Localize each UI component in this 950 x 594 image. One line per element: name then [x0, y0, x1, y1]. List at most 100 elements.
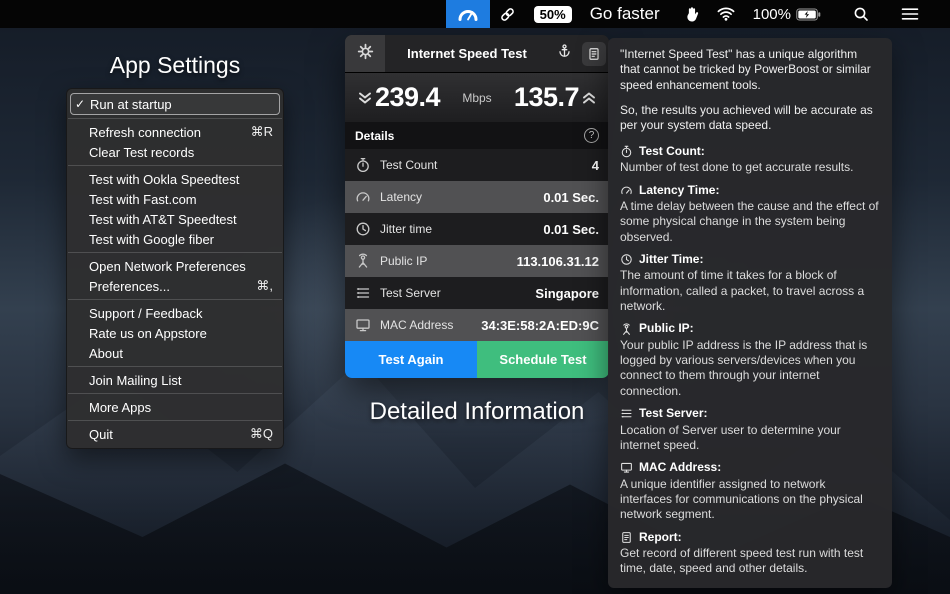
menu-separator: [68, 366, 282, 367]
info-section-body: Your public IP address is the IP address…: [620, 337, 868, 398]
menu-separator: [68, 118, 282, 119]
test-again-button[interactable]: Test Again: [345, 341, 477, 378]
menu-separator: [68, 252, 282, 253]
stopwatch-icon: [355, 157, 371, 173]
checkmark-icon: ✓: [75, 97, 86, 111]
menu-item[interactable]: Test with Google fiber: [67, 229, 283, 249]
speed-readout: 239.4 Mbps 135.7: [345, 73, 609, 122]
menu-separator: [68, 393, 282, 394]
menu-item[interactable]: Refresh connection ⌘R: [67, 122, 283, 142]
menu-item-label: Test with Google fiber: [89, 231, 215, 247]
app-settings-heading: App Settings: [109, 52, 241, 78]
menu-item[interactable]: Support / Feedback: [67, 303, 283, 323]
help-icon[interactable]: ?: [584, 128, 599, 143]
info-section-title: Report:: [639, 529, 682, 544]
menu-item-label: Quit: [89, 426, 113, 442]
upload-speed-value: 135.7: [513, 82, 580, 112]
powerboost-menubar-item[interactable]: 50%: [525, 0, 581, 28]
schedule-test-button[interactable]: Schedule Test: [477, 341, 609, 378]
menu-item[interactable]: ✓ Run at startup: [70, 93, 280, 115]
menu-item-label: Clear Test records: [89, 144, 195, 160]
link-menubar-button[interactable]: [490, 0, 525, 28]
menu-item-shortcut: ⌘R: [250, 124, 273, 139]
menu-separator: [68, 420, 282, 421]
hand-icon: [684, 6, 699, 23]
menu-item[interactable]: Test with AT&T Speedtest: [67, 209, 283, 229]
stopwatch-icon: [620, 145, 633, 158]
info-section-title: Jitter Time:: [639, 251, 704, 266]
speedtest-menubar-button[interactable]: [445, 0, 490, 28]
detailed-information-caption: Detailed Information: [369, 398, 585, 425]
menu-item-label: Refresh connection: [89, 124, 202, 140]
menu-item[interactable]: Clear Test records: [67, 142, 283, 162]
wifi-icon: [717, 7, 735, 21]
menu-item[interactable]: More Apps: [67, 397, 283, 417]
report-icon: [582, 41, 606, 66]
detail-row-value: 4: [591, 157, 599, 173]
server-icon: [355, 285, 371, 301]
menu-item[interactable]: Rate us on Appstore: [67, 323, 283, 343]
info-section-title-row: Latency Time:: [620, 183, 880, 198]
info-sections: Test Count: Number of test done to get ac…: [620, 144, 880, 577]
menu-item[interactable]: Preferences... ⌘,: [67, 276, 283, 296]
info-section: Latency Time: A time delay between the ca…: [620, 183, 880, 245]
info-panel: "Internet Speed Test" has a unique algor…: [608, 38, 892, 588]
menu-item-shortcut: ⌘Q: [249, 426, 273, 441]
menu-item[interactable]: Join Mailing List: [67, 370, 283, 390]
monitor-icon: [620, 461, 633, 474]
info-section: Test Server: Location of Server user to d…: [620, 406, 880, 453]
menu-item-label: About: [89, 345, 123, 361]
info-section-body: A time delay between the cause and the e…: [620, 198, 879, 244]
detail-row: Jitter time 0.01 Sec.: [345, 213, 609, 245]
detail-row-label: Public IP: [380, 254, 428, 268]
info-section-title: Latency Time:: [639, 182, 720, 197]
powerboost-badge: 50%: [533, 5, 572, 23]
spotlight-button[interactable]: [844, 0, 878, 28]
hand-menubar-button[interactable]: [675, 0, 708, 28]
monitor-icon: [355, 317, 371, 333]
menu-bar: 50% Go faster 100%: [0, 0, 950, 28]
info-section-title-row: MAC Address:: [620, 460, 880, 475]
speedometer-icon: [457, 6, 479, 22]
info-section-title-row: Test Count:: [620, 144, 880, 159]
menu-item[interactable]: Quit ⌘Q: [67, 424, 283, 444]
wifi-menubar-button[interactable]: [708, 0, 744, 28]
info-section-title: Test Server:: [639, 406, 708, 421]
clock-icon: [620, 253, 633, 266]
info-paragraph: So, the results you achieved will be acc…: [620, 103, 873, 133]
info-section-body: Location of Server user to determine you…: [620, 422, 841, 452]
info-section-title-row: Jitter Time:: [620, 252, 880, 267]
download-chevrons-icon: [357, 90, 373, 106]
menu-item-label: Support / Feedback: [89, 305, 203, 321]
anchor-icon: [557, 43, 572, 64]
info-section: Public IP: Your public IP address is the …: [620, 321, 880, 399]
detail-row-value: Singapore: [535, 285, 599, 301]
menu-item[interactable]: Test with Fast.com: [67, 189, 283, 209]
menu-item-shortcut: ⌘,: [256, 278, 273, 293]
menu-item[interactable]: About: [67, 343, 283, 363]
speed-unit-label: Mbps: [462, 90, 492, 105]
popover-header: Internet Speed Test: [345, 35, 609, 73]
info-section-body: The amount of time it takes for a block …: [620, 268, 865, 314]
settings-button[interactable]: [345, 35, 385, 72]
menu-item-label: Rate us on Appstore: [89, 325, 207, 341]
info-paragraph: "Internet Speed Test" has a unique algor…: [620, 47, 871, 92]
gauge-icon: [355, 189, 371, 205]
report-button[interactable]: [579, 35, 609, 72]
go-faster-menubar-item[interactable]: Go faster: [581, 0, 675, 28]
menu-item-label: Join Mailing List: [89, 372, 182, 388]
server-icon: [620, 407, 633, 420]
info-section-body: Get record of different speed test run w…: [620, 546, 864, 576]
detail-row-value: 0.01 Sec.: [543, 221, 599, 237]
detail-row-value: 34:3E:58:2A:ED:9C: [481, 317, 599, 333]
menu-item[interactable]: Test with Ookla Speedtest: [67, 169, 283, 189]
gauge-icon: [620, 184, 633, 197]
details-title: Details: [355, 128, 395, 143]
menu-list-button[interactable]: [892, 0, 928, 28]
menu-item[interactable]: Open Network Preferences: [67, 256, 283, 276]
doc-icon: [620, 531, 633, 544]
anchor-button[interactable]: [549, 35, 579, 72]
detail-row-label: Test Count: [380, 158, 438, 172]
battery-menubar-item[interactable]: 100%: [744, 0, 830, 28]
detail-row-label: Jitter time: [380, 222, 433, 236]
